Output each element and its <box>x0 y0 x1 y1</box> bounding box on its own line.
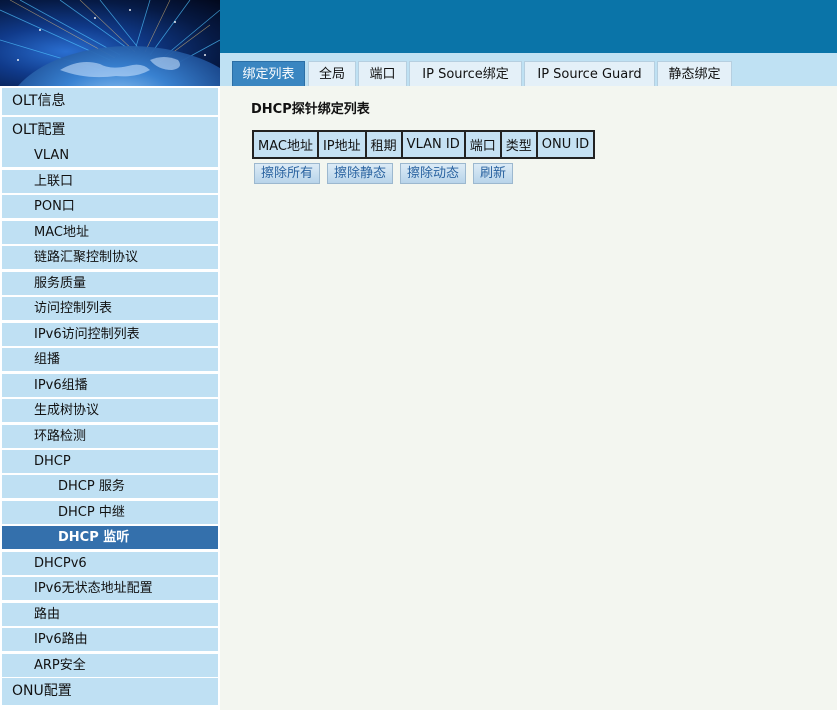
tab-static-binding[interactable]: 静态绑定 <box>657 61 732 86</box>
clear-all-button[interactable]: 擦除所有 <box>254 163 321 184</box>
sidebar-item[interactable]: VLAN <box>2 144 218 167</box>
sidebar-item[interactable]: DHCPv6 <box>2 552 218 575</box>
sidebar-item[interactable]: 路由 <box>2 603 218 626</box>
tab-global[interactable]: 全局 <box>308 61 356 86</box>
sidebar-item[interactable]: ONU配置 <box>2 678 218 705</box>
sidebar-item[interactable]: 组播 <box>2 348 218 371</box>
section-title: DHCP探针绑定列表 <box>251 102 370 117</box>
header-band <box>220 0 837 53</box>
column-header-onu-id: ONU ID <box>535 130 596 159</box>
column-header-ip: IP地址 <box>316 130 367 159</box>
sidebar-item[interactable]: OLT配置 <box>2 117 218 144</box>
tab-binding-list[interactable]: 绑定列表 <box>232 61 305 86</box>
clear-static-button[interactable]: 擦除静态 <box>327 163 394 184</box>
sidebar-item[interactable]: 生成树协议 <box>2 399 218 422</box>
table-header-row: MAC地址 IP地址 租期 VLAN ID 端口 类型 ONU ID <box>252 130 596 159</box>
sidebar-item[interactable]: PON口 <box>2 195 218 218</box>
refresh-button[interactable]: 刷新 <box>473 163 514 184</box>
tab-ip-source-guard[interactable]: IP Source Guard <box>524 61 655 86</box>
binding-table: MAC地址 IP地址 租期 VLAN ID 端口 类型 ONU ID <box>252 130 596 159</box>
sidebar-item[interactable]: 环路检测 <box>2 425 218 448</box>
sidebar-item[interactable]: OLT信息 <box>2 88 218 115</box>
sidebar-item[interactable]: DHCP 监听 <box>2 526 218 549</box>
tab-port[interactable]: 端口 <box>358 61 407 86</box>
sidebar-item[interactable]: IPv6组播 <box>2 374 218 397</box>
main-content: DHCP探针绑定列表 MAC地址 IP地址 租期 VLAN ID 端口 类型 O… <box>220 86 837 710</box>
column-header-lease: 租期 <box>364 130 403 159</box>
sidebar: OLT信息 OLT配置 VLAN 上联口 PON口 MAC地址 链路汇聚控制协议 服务质量 访问… <box>0 86 220 710</box>
sidebar-item[interactable]: MAC地址 <box>2 221 218 244</box>
sidebar-item[interactable]: 访问控制列表 <box>2 297 218 320</box>
clear-dynamic-button[interactable]: 擦除动态 <box>400 163 467 184</box>
sidebar-item[interactable]: DHCP 中继 <box>2 501 218 524</box>
tab-ip-source-binding[interactable]: IP Source绑定 <box>409 61 522 86</box>
column-header-port: 端口 <box>463 130 502 159</box>
sidebar-item[interactable]: IPv6无状态地址配置 <box>2 577 218 600</box>
sidebar-item[interactable]: 上联口 <box>2 170 218 193</box>
sidebar-item[interactable]: DHCP <box>2 450 218 473</box>
sidebar-item[interactable]: DHCP 服务 <box>2 475 218 498</box>
sidebar-item[interactable]: 链路汇聚控制协议 <box>2 246 218 269</box>
sidebar-item[interactable]: 服务质量 <box>2 272 218 295</box>
logo-globe-image <box>0 0 220 86</box>
sidebar-item[interactable]: ARP安全 <box>2 654 218 677</box>
sidebar-item[interactable]: IPv6路由 <box>2 628 218 651</box>
sidebar-item[interactable]: IPv6访问控制列表 <box>2 323 218 346</box>
column-header-vlan-id: VLAN ID <box>400 130 466 159</box>
column-header-type: 类型 <box>499 130 538 159</box>
column-header-mac: MAC地址 <box>252 130 319 159</box>
